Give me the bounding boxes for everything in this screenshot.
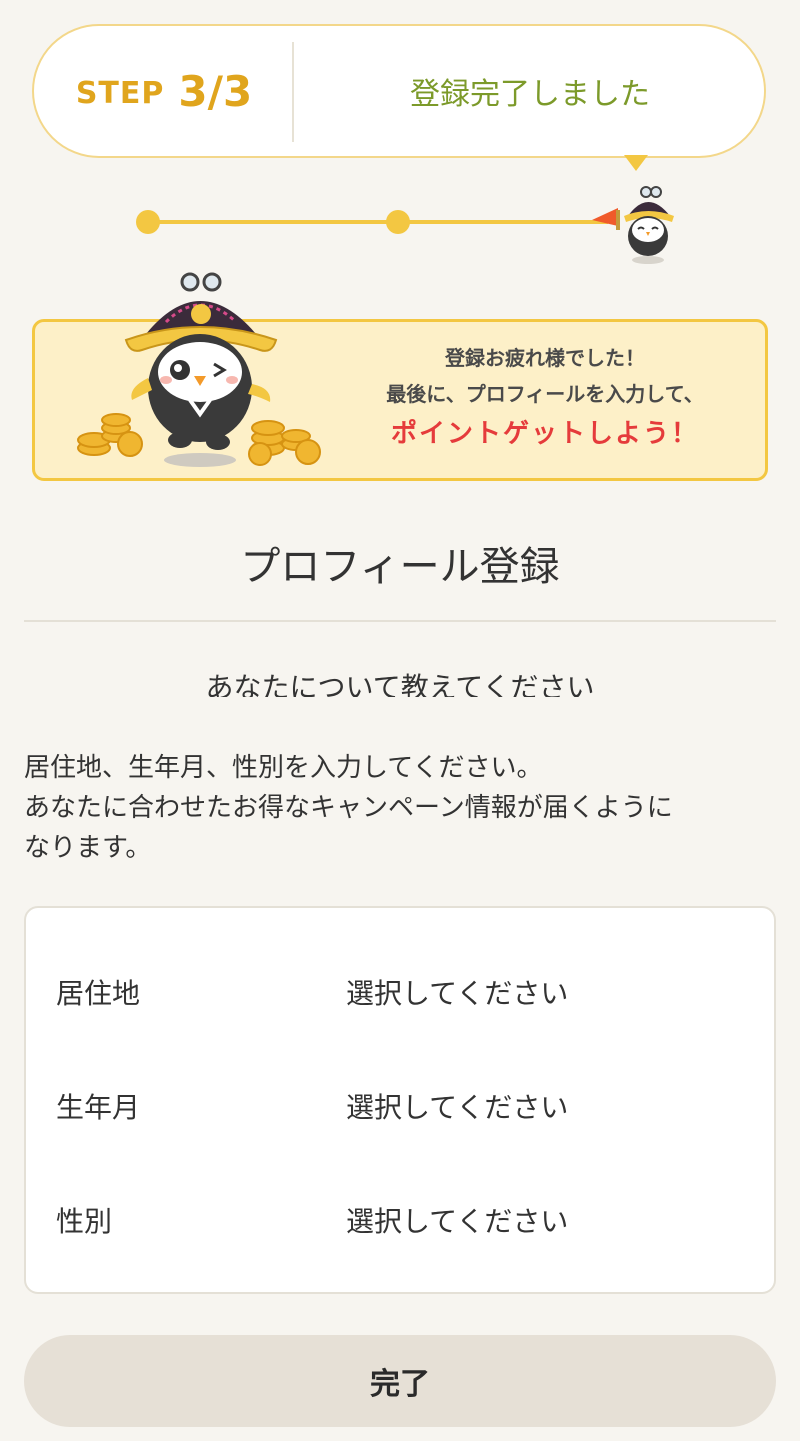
description-line-2: あなたに合わせたお得なキャンペーン情報が届くように	[24, 793, 673, 823]
banner-emphasis: ポイントゲットしよう！	[390, 419, 699, 449]
progress-track	[136, 207, 656, 237]
profile-form: 居住地 選択してください 生年月 選択してください 性別 選択してください	[24, 906, 776, 1294]
progress-line	[148, 220, 608, 224]
birth-month-select[interactable]: 選択してください	[346, 1086, 568, 1126]
step-counter: STEP 3/3	[34, 26, 294, 156]
step-indicator: STEP 3/3 登録完了しました	[32, 24, 766, 158]
description-line-3: なります。	[24, 833, 152, 863]
step-message: 登録完了しました	[410, 77, 650, 112]
banner-line-2: 最後に、プロフィールを入力して、	[386, 382, 704, 406]
pointer-triangle-icon	[624, 155, 648, 171]
gender-select[interactable]: 選択してください	[346, 1200, 568, 1240]
subtitle-container: あなたについて教えてください	[0, 664, 800, 697]
description-line-1: 居住地、生年月、性別を入力してください。	[24, 753, 543, 783]
owl-mascot-with-coins-icon	[77, 272, 321, 467]
step-number: 3/3	[178, 66, 253, 116]
step-word: STEP	[75, 75, 165, 111]
residence-select[interactable]: 選択してください	[346, 972, 568, 1012]
owl-mascot-icon	[592, 186, 674, 264]
form-row-birth-month[interactable]: 生年月 選択してください	[26, 1076, 774, 1136]
form-row-gender[interactable]: 性別 選択してください	[26, 1190, 774, 1250]
banner-text: 登録お疲れ様でした！ 最後に、プロフィールを入力して、 ポイントゲットしよう！	[335, 340, 755, 456]
banner-line-1: 登録お疲れ様でした！	[445, 346, 645, 370]
complete-button[interactable]: 完了	[24, 1335, 776, 1427]
progress-dot-step-1	[136, 210, 160, 234]
page-title: プロフィール登録	[240, 544, 560, 590]
progress-dot-step-2	[386, 210, 410, 234]
title-divider	[24, 620, 776, 622]
form-label-gender: 性別	[56, 1205, 113, 1238]
step-divider	[292, 42, 294, 142]
form-row-residence[interactable]: 居住地 選択してください	[26, 962, 774, 1022]
description: 居住地、生年月、性別を入力してください。 あなたに合わせたお得なキャンペーン情報…	[24, 748, 776, 868]
form-label-residence: 居住地	[56, 977, 141, 1010]
subtitle: あなたについて教えてください	[205, 671, 595, 697]
form-label-birth-month: 生年月	[56, 1091, 141, 1124]
